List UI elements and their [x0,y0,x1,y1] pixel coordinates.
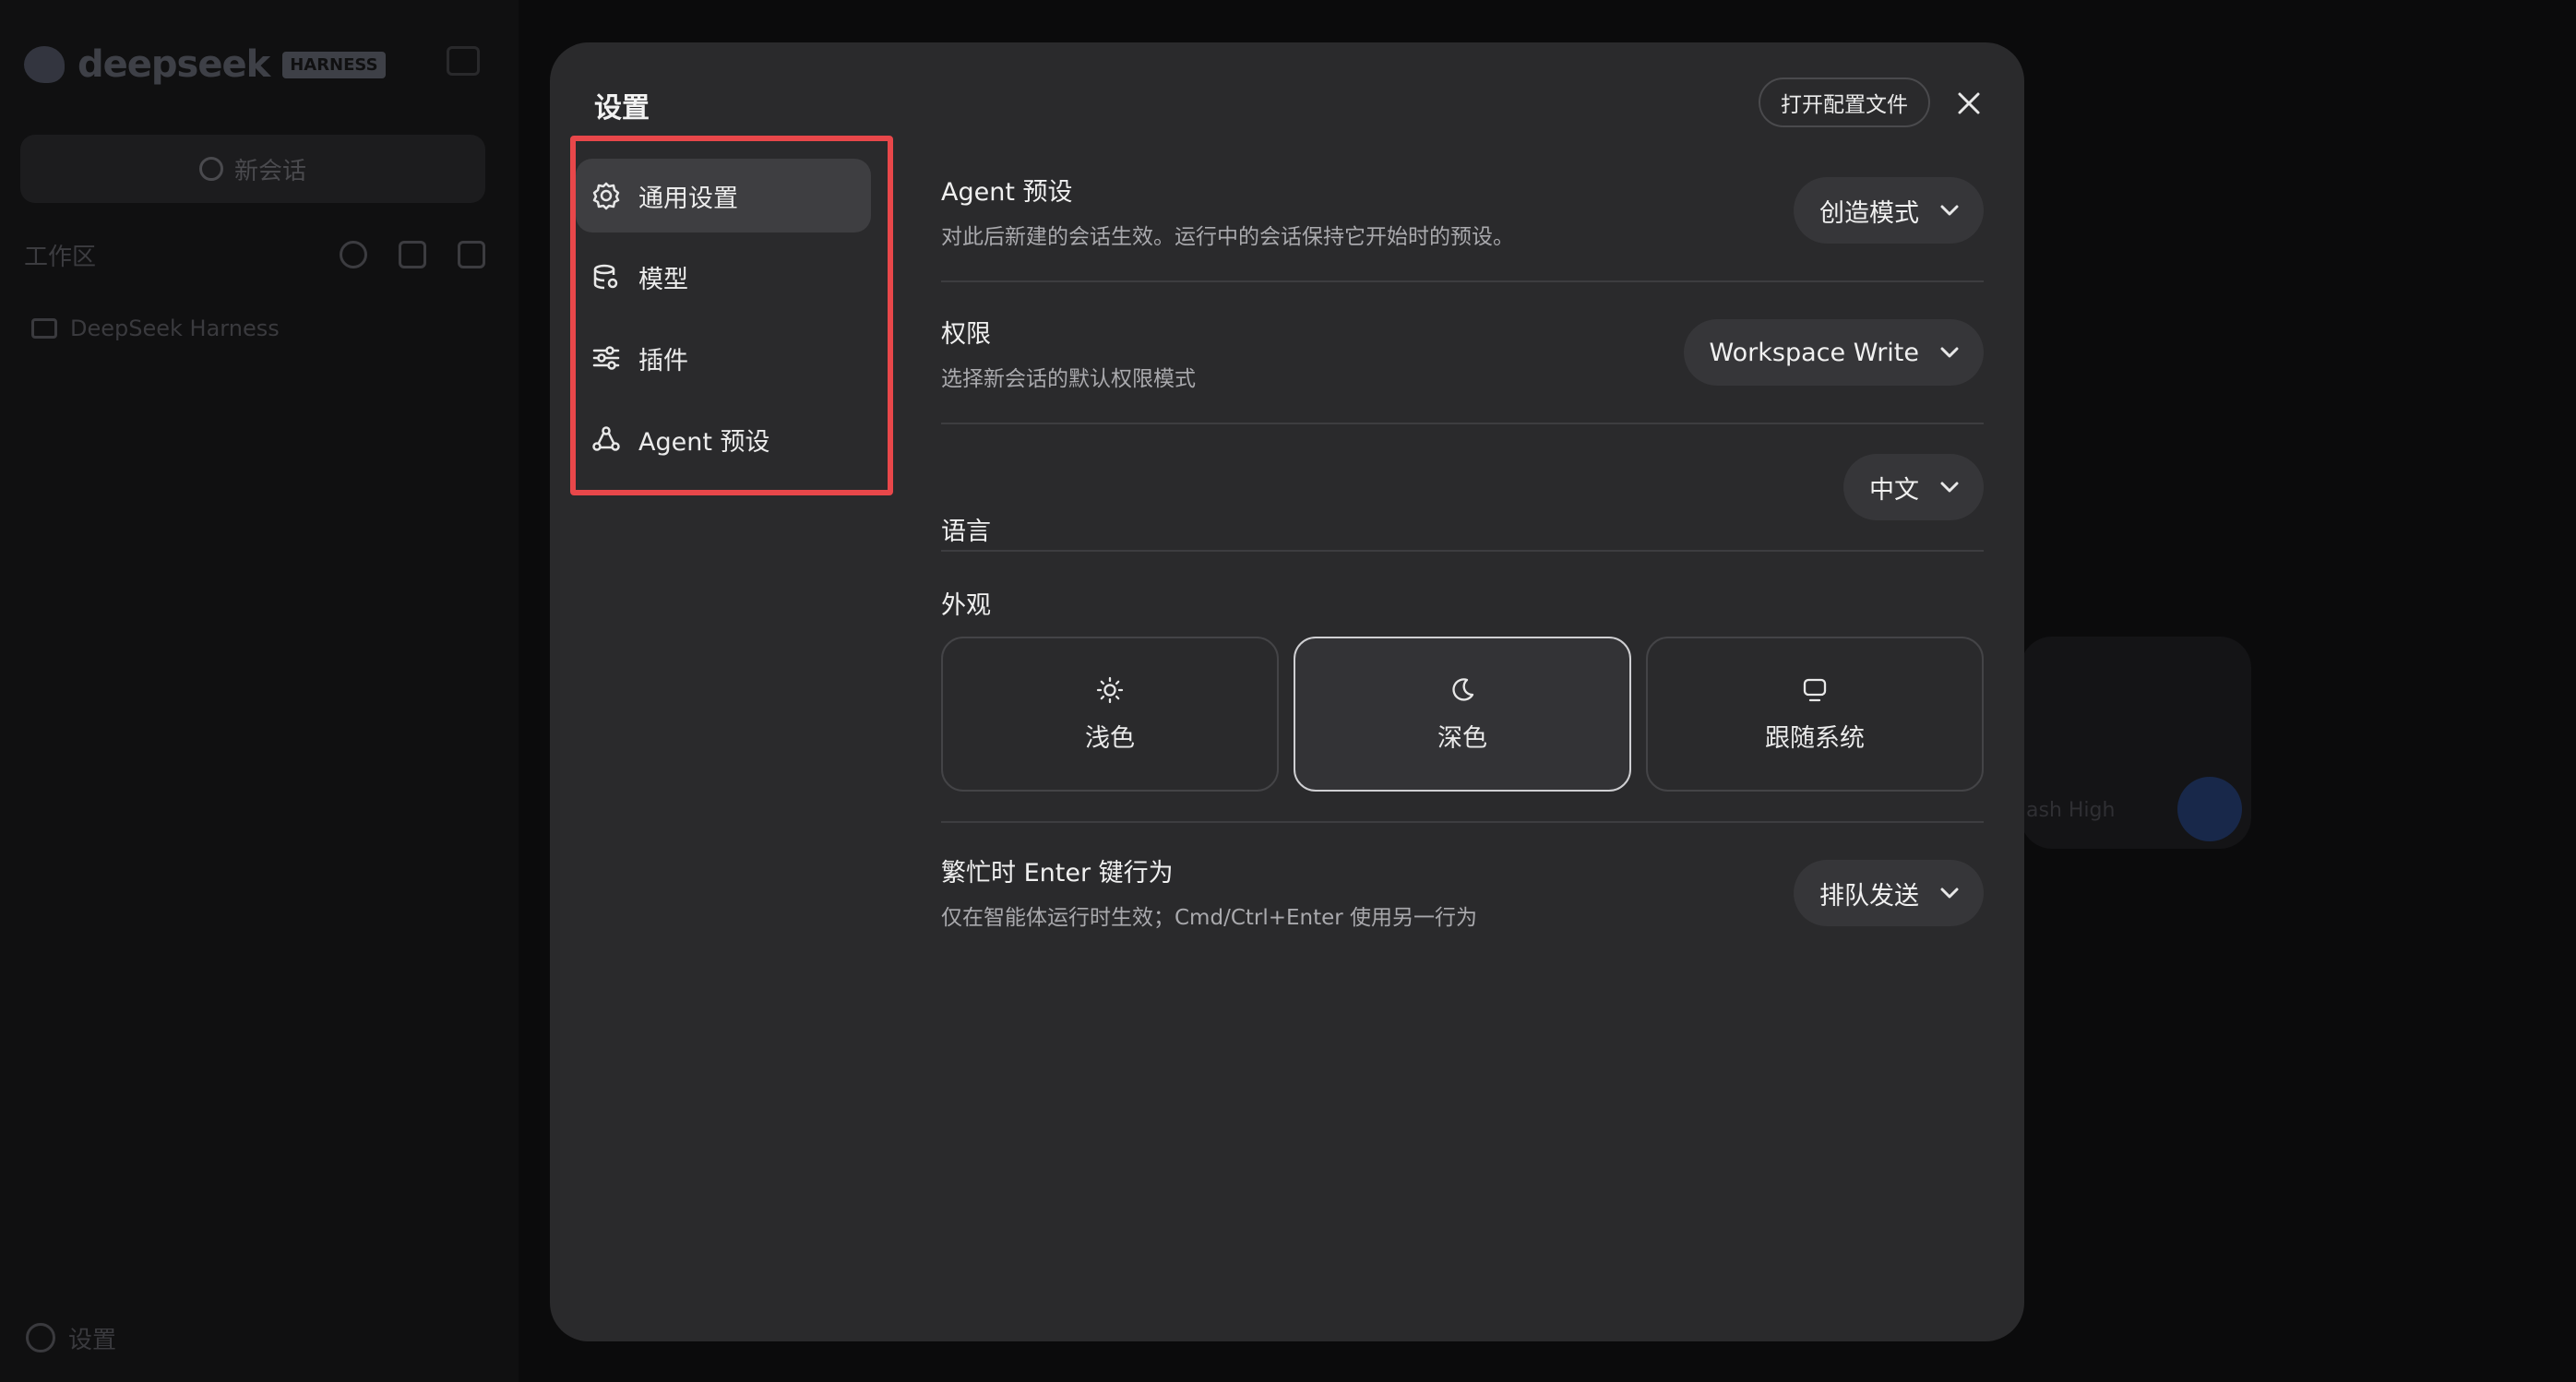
sliders-icon [590,342,622,374]
divider [941,550,1984,552]
monitor-icon [1800,675,1830,705]
whale-logo-icon [24,46,65,83]
sidebar-toggle-icon[interactable] [447,46,480,76]
select-value: Workspace Write [1709,338,1919,367]
plus-circle-icon [198,157,223,181]
nav-item-general[interactable]: 通用设置 [576,159,871,232]
new-chat-label: 新会话 [233,157,306,185]
app-sidebar: deepseek HARNESS 新会话 工作区 DeepSeek Harnes… [0,0,519,1382]
database-icon [590,261,622,292]
appearance-option-label: 深色 [1437,723,1487,753]
appearance-option-system[interactable]: 跟随系统 [1646,637,1984,792]
chevron-down-icon [1939,481,1960,494]
sort-icon[interactable] [399,241,426,268]
divider [941,821,1984,823]
project-name: DeepSeek Harness [70,316,280,341]
brand-badge: HARNESS [282,51,386,78]
folder-icon [31,318,57,339]
nav-item-model[interactable]: 模型 [576,240,871,314]
appearance-option-label: 跟随系统 [1765,723,1865,753]
background-send-button [2177,777,2242,841]
setting-language: 语言 [941,511,1984,547]
settings-modal: 设置 打开配置文件 通用设置 模型 插件 Agent 预设 Agent 预设 对… [550,42,2024,1341]
appearance-options: 浅色 深色 跟随系统 [941,637,1984,792]
nav-item-plugins[interactable]: 插件 [576,321,871,395]
divider [941,423,1984,424]
chevron-down-icon [1939,346,1960,359]
workspace-label: 工作区 [24,243,97,271]
sidebar-settings-button[interactable]: 设置 [26,1319,116,1356]
select-value: 中文 [1869,475,1919,505]
brand-logo: deepseek HARNESS [24,41,386,89]
new-folder-icon[interactable] [458,241,485,268]
agent-preset-select[interactable]: 创造模式 [1794,177,1984,244]
language-select[interactable]: 中文 [1843,454,1984,520]
gear-icon [590,180,622,211]
busy-enter-select[interactable]: 排队发送 [1794,860,1984,926]
modal-title: 设置 [594,92,650,125]
search-icon[interactable] [340,241,367,268]
brand-name: deepseek [78,43,270,86]
permissions-select[interactable]: Workspace Write [1683,319,1984,386]
nav-item-label: Agent 预设 [638,427,770,457]
nav-item-label: 插件 [638,346,688,375]
agent-icon [590,423,622,455]
select-value: 创造模式 [1819,198,1919,228]
nav-item-label: 模型 [638,265,688,294]
background-model-label: ash High [2026,799,2116,822]
settings-nav: 通用设置 模型 插件 Agent 预设 [576,159,871,483]
workspace-tools [340,241,485,268]
project-item[interactable]: DeepSeek Harness [31,310,280,347]
settings-content: Agent 预设 对此后新建的会话生效。运行中的会话保持它开始时的预设。 创造模… [941,42,1984,1341]
gear-icon [26,1323,55,1352]
setting-title: 语言 [941,518,991,546]
chevron-down-icon [1939,887,1960,899]
appearance-option-light[interactable]: 浅色 [941,637,1279,792]
nav-item-label: 通用设置 [638,184,738,213]
setting-title: 外观 [941,591,991,620]
new-chat-button[interactable]: 新会话 [20,135,485,203]
sidebar-settings-label: 设置 [68,1326,117,1354]
sun-icon [1095,675,1125,705]
appearance-option-label: 浅色 [1085,723,1135,753]
appearance-option-dark[interactable]: 深色 [1294,637,1631,792]
divider [941,280,1984,282]
chevron-down-icon [1939,204,1960,217]
setting-appearance: 外观 [941,585,1984,621]
moon-icon [1448,675,1477,705]
workspace-header: 工作区 [24,236,485,273]
nav-item-agent-preset[interactable]: Agent 预设 [576,402,871,476]
select-value: 排队发送 [1819,881,1919,911]
